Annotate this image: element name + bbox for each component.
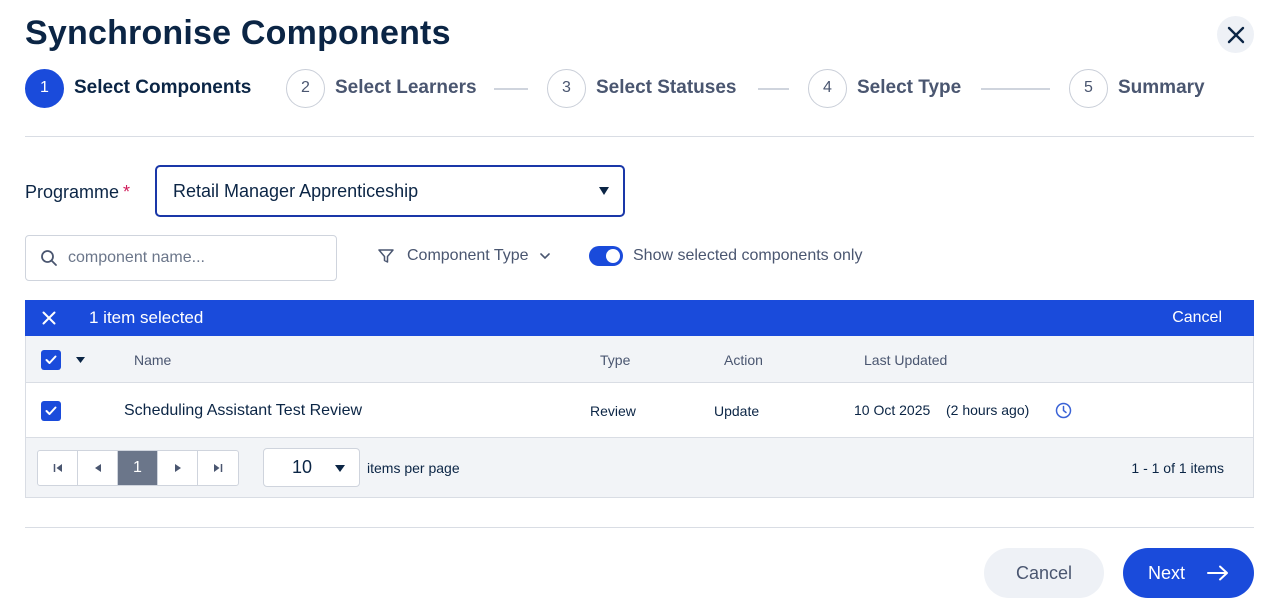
step-connector	[981, 88, 1050, 90]
step-select-type[interactable]: 4 Select Type	[808, 68, 961, 108]
cancel-button-label: Cancel	[1015, 562, 1073, 583]
column-header-action[interactable]: Action	[724, 352, 763, 368]
step-label: Select Type	[857, 77, 962, 98]
arrow-right-icon	[1207, 565, 1229, 581]
clear-selection-button[interactable]	[41, 310, 57, 326]
select-menu-caret-icon[interactable]	[76, 357, 85, 363]
check-icon	[45, 406, 57, 415]
stepper: 1 Select Components 2 Select Learners 3 …	[25, 68, 1254, 108]
pagination-summary: 1 - 1 of 1 items	[1131, 460, 1224, 476]
check-icon	[45, 355, 57, 364]
close-button[interactable]	[1217, 16, 1254, 53]
component-type-label: Component Type	[407, 247, 529, 264]
row-last-updated-relative: (2 hours ago)	[946, 402, 1030, 418]
next-page-icon	[174, 464, 181, 472]
component-type-filter[interactable]: Component Type	[377, 247, 551, 265]
step-summary[interactable]: 5 Summary	[1069, 68, 1205, 108]
search-input[interactable]: component name...	[25, 235, 337, 281]
table-row[interactable]: Scheduling Assistant Test Review Review …	[26, 383, 1253, 438]
step-label: Select Statuses	[596, 77, 737, 98]
step-connector	[494, 88, 528, 90]
components-table: Name Type Action Last Updated Scheduling…	[25, 336, 1254, 498]
close-icon	[1227, 26, 1244, 43]
selection-bar: 1 item selected Cancel	[25, 300, 1254, 336]
step-label: Select Learners	[335, 77, 477, 98]
items-per-page-label: items per page	[367, 460, 460, 476]
page-size-value: 10	[292, 457, 313, 477]
programme-label: Programme *	[25, 182, 130, 203]
required-marker: *	[123, 182, 131, 202]
step-select-learners[interactable]: 2 Select Learners	[286, 68, 477, 108]
selection-cancel-button[interactable]: Cancel	[1172, 309, 1222, 327]
step-number: 5	[1069, 68, 1108, 108]
page-button-current[interactable]: 1	[118, 451, 158, 485]
step-number: 1	[25, 68, 64, 108]
select-all-checkbox[interactable]	[41, 350, 61, 370]
search-icon	[41, 250, 57, 266]
last-page-icon	[214, 464, 223, 472]
header-divider	[25, 136, 1254, 137]
table-footer: 1 10 items per page 1 - 1 of 1 items	[26, 438, 1253, 497]
next-button[interactable]: Next	[1123, 548, 1254, 598]
row-type: Review	[590, 403, 636, 419]
footer-divider	[25, 527, 1254, 528]
step-number: 2	[286, 68, 325, 108]
first-page-icon	[53, 464, 62, 472]
step-label: Summary	[1118, 77, 1205, 98]
programme-select[interactable]: Retail Manager Apprenticeship	[155, 165, 625, 217]
first-page-button[interactable]	[38, 451, 78, 485]
show-selected-toggle[interactable]: Show selected components only	[589, 246, 862, 266]
step-number: 3	[547, 68, 586, 108]
cancel-button[interactable]: Cancel	[984, 548, 1104, 598]
page-size-select[interactable]: 10	[263, 448, 360, 487]
step-connector	[758, 88, 789, 90]
filter-icon	[378, 249, 394, 263]
pager: 1	[37, 450, 239, 486]
previous-page-button[interactable]	[78, 451, 118, 485]
column-header-last-updated[interactable]: Last Updated	[864, 352, 947, 368]
step-select-statuses[interactable]: 3 Select Statuses	[547, 68, 736, 108]
column-header-name[interactable]: Name	[134, 352, 171, 368]
step-label: Select Components	[74, 77, 252, 98]
last-page-button[interactable]	[198, 451, 238, 485]
step-select-components[interactable]: 1 Select Components	[25, 68, 251, 108]
close-icon	[42, 311, 56, 325]
column-header-type[interactable]: Type	[600, 352, 630, 368]
step-number: 4	[808, 68, 847, 108]
search-placeholder: component name...	[68, 249, 205, 266]
row-action: Update	[714, 403, 760, 419]
previous-page-icon	[94, 464, 101, 472]
caret-down-icon	[599, 187, 609, 195]
history-clock-icon[interactable]	[1055, 402, 1072, 419]
programme-label-text: Programme	[25, 182, 120, 202]
row-last-updated-date: 10 Oct 2025	[854, 402, 931, 418]
chevron-down-icon	[539, 253, 550, 260]
toggle-knob	[606, 249, 620, 263]
row-checkbox[interactable]	[41, 401, 61, 421]
toggle-switch[interactable]	[589, 246, 623, 266]
caret-down-icon	[335, 465, 345, 472]
dialog-title: Synchronise Components	[25, 14, 451, 52]
selected-count: 1 item selected	[89, 308, 204, 327]
next-button-label: Next	[1147, 562, 1185, 583]
programme-selected-value: Retail Manager Apprenticeship	[173, 180, 419, 201]
next-page-button[interactable]	[158, 451, 198, 485]
row-name: Scheduling Assistant Test Review	[124, 402, 363, 419]
table-header: Name Type Action Last Updated	[26, 336, 1253, 383]
show-selected-label: Show selected components only	[633, 247, 863, 264]
